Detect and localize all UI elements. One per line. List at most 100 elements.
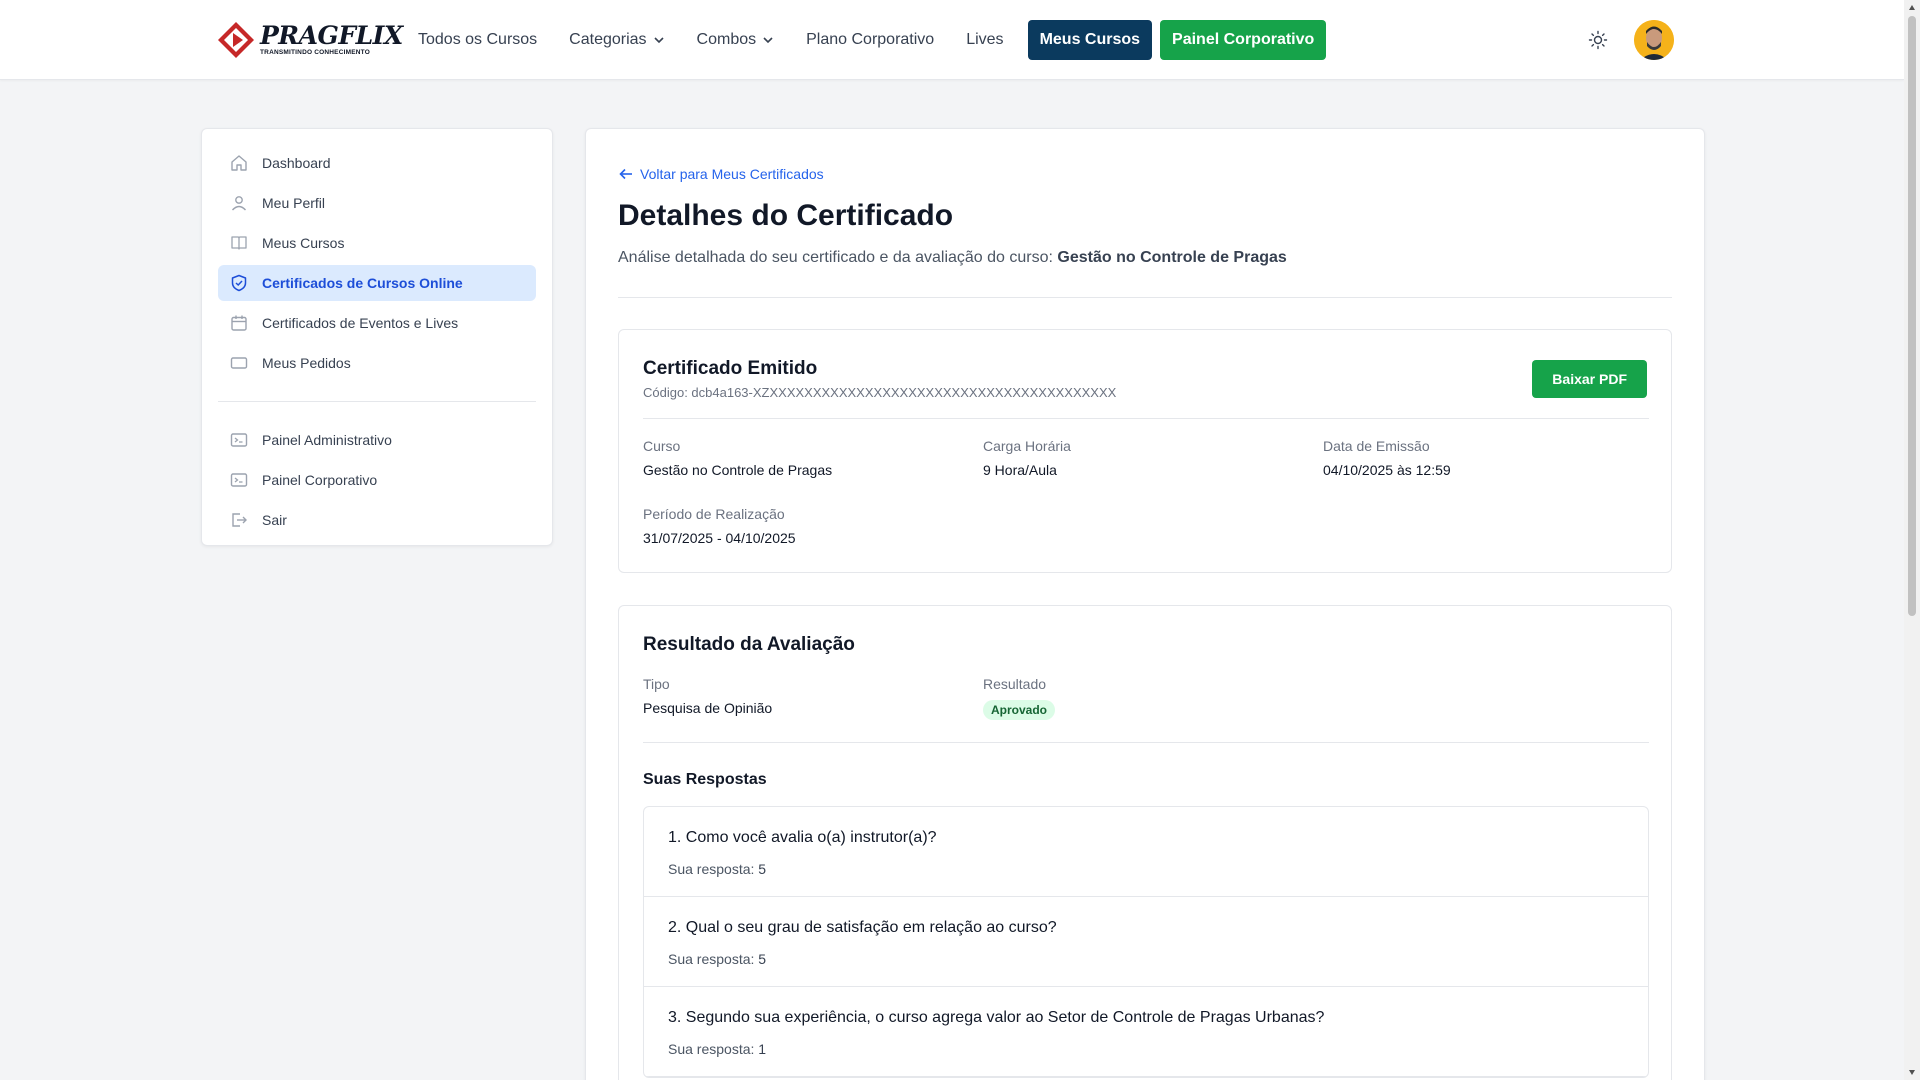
answer-number: 5 bbox=[758, 951, 767, 967]
terminal-icon bbox=[230, 473, 248, 487]
sidebar-item-label: Meus Pedidos bbox=[262, 355, 351, 371]
answer-prefix: Sua resposta: bbox=[668, 1041, 755, 1057]
list-item: 3. Segundo sua experiência, o curso agre… bbox=[644, 987, 1648, 1077]
certificate-title: Certificado Emitido bbox=[643, 358, 818, 379]
arrow-left-icon bbox=[619, 168, 632, 180]
sidebar-item-painel-administrativo[interactable]: Painel Administrativo bbox=[218, 422, 536, 458]
chevron-down-icon bbox=[763, 37, 773, 44]
field-resultado: Resultado Aprovado bbox=[983, 676, 1056, 720]
sun-icon[interactable] bbox=[1588, 30, 1608, 50]
sidebar-item-label: Meus Cursos bbox=[262, 235, 345, 251]
certificate-code: Código: dcb4a163-XZXXXXXXXXXXXXXXXXXXXXX… bbox=[643, 385, 1117, 400]
field-value: 04/10/2025 às 12:59 bbox=[1323, 462, 1451, 478]
evaluation-card: Resultado da Avaliação Tipo Pesquisa de … bbox=[618, 605, 1672, 1080]
field-value: 9 Hora/Aula bbox=[983, 462, 1057, 478]
answer-question: 1. Como você avalia o(a) instrutor(a)? bbox=[668, 829, 937, 846]
sidebar: Dashboard Meu Perfil Meus Cursos Certifi… bbox=[201, 128, 553, 546]
scrollbar-thumb[interactable] bbox=[1908, 16, 1916, 616]
sidebar-item-dashboard[interactable]: Dashboard bbox=[218, 145, 536, 181]
avatar[interactable] bbox=[1634, 20, 1674, 60]
field-label: Tipo bbox=[643, 676, 670, 692]
nav-label: Categorias bbox=[569, 31, 647, 48]
answer-value: Sua resposta: 5 bbox=[668, 951, 1624, 967]
nav-lives[interactable]: Lives bbox=[966, 31, 1003, 49]
pragflix-logo[interactable]: PRAGFLIX TRANSMITINDO CONHECIMENTO bbox=[216, 20, 403, 60]
field-label: Curso bbox=[643, 438, 681, 454]
top-header: PRAGFLIX TRANSMITINDO CONHECIMENTO Todos… bbox=[0, 0, 1904, 80]
answers-list: 1. Como você avalia o(a) instrutor(a)? S… bbox=[643, 806, 1649, 1078]
card-icon bbox=[230, 357, 248, 369]
sidebar-item-label: Painel Administrativo bbox=[262, 432, 392, 448]
answer-question: 3. Segundo sua experiência, o curso agre… bbox=[668, 1009, 1325, 1026]
field-label: Período de Realização bbox=[643, 506, 785, 522]
header-divider bbox=[618, 297, 1672, 298]
field-periodo-realizacao: Período de Realização 31/07/2025 - 04/10… bbox=[643, 506, 796, 546]
answer-prefix: Sua resposta: bbox=[668, 951, 755, 967]
terminal-icon bbox=[230, 433, 248, 447]
field-value: Aprovado bbox=[983, 700, 1056, 720]
sidebar-item-meus-pedidos[interactable]: Meus Pedidos bbox=[218, 345, 536, 381]
nav-label: Plano Corporativo bbox=[806, 31, 935, 48]
field-label: Resultado bbox=[983, 676, 1047, 692]
sidebar-item-certificados-cursos-online[interactable]: Certificados de Cursos Online bbox=[218, 265, 536, 301]
calendar-icon bbox=[231, 315, 247, 331]
sidebar-item-certificados-eventos-lives[interactable]: Certificados de Eventos e Lives bbox=[218, 305, 536, 341]
sidebar-divider bbox=[218, 401, 536, 402]
nav-label: Todos os Cursos bbox=[418, 31, 538, 48]
field-value: 31/07/2025 - 04/10/2025 bbox=[643, 530, 796, 546]
nav-label: Lives bbox=[966, 31, 1004, 48]
answer-value: Sua resposta: 5 bbox=[668, 861, 1624, 877]
answer-value: Sua resposta: 1 bbox=[668, 1041, 1624, 1057]
logo-name: PRAGFLIX bbox=[260, 21, 403, 50]
sidebar-item-meu-perfil[interactable]: Meu Perfil bbox=[218, 185, 536, 221]
field-curso: Curso Gestão no Controle de Pragas bbox=[643, 438, 832, 478]
book-icon bbox=[231, 236, 247, 250]
back-to-certificates-link[interactable]: Voltar para Meus Certificados bbox=[618, 166, 824, 182]
nav-todos-os-cursos[interactable]: Todos os Cursos bbox=[418, 31, 537, 49]
sidebar-item-label: Certificados de Cursos Online bbox=[262, 275, 463, 291]
evaluation-title: Resultado da Avaliação bbox=[643, 634, 855, 655]
sidebar-item-label: Certificados de Eventos e Lives bbox=[262, 315, 459, 331]
home-icon bbox=[231, 155, 247, 171]
nav-categorias[interactable]: Categorias bbox=[569, 31, 664, 49]
sidebar-item-painel-corporativo[interactable]: Painel Corporativo bbox=[218, 462, 536, 498]
main-content: Voltar para Meus Certificados Detalhes d… bbox=[585, 128, 1705, 1080]
scroll-down-icon[interactable] bbox=[1908, 1068, 1916, 1076]
certificate-card: Certificado Emitido Código: dcb4a163-XZX… bbox=[618, 329, 1672, 573]
page-scrollbar[interactable] bbox=[1904, 0, 1920, 1080]
sidebar-item-label: Meu Perfil bbox=[262, 195, 326, 211]
download-pdf-button[interactable]: Baixar PDF bbox=[1532, 360, 1647, 398]
field-label: Carga Horária bbox=[983, 438, 1071, 454]
chevron-down-icon bbox=[653, 37, 664, 44]
field-value: Pesquisa de Opinião bbox=[643, 700, 773, 716]
list-item: 1. Como você avalia o(a) instrutor(a)? S… bbox=[644, 807, 1648, 897]
meus-cursos-button[interactable]: Meus Cursos bbox=[1027, 20, 1153, 60]
main-nav: Todos os Cursos Categorias Combos Plano … bbox=[418, 20, 1327, 60]
field-label: Data de Emissão bbox=[1323, 438, 1430, 454]
subtitle-course: Gestão no Controle de Pragas bbox=[1057, 249, 1287, 266]
answer-prefix: Sua resposta: bbox=[668, 861, 755, 877]
back-link-label: Voltar para Meus Certificados bbox=[640, 166, 824, 182]
sidebar-item-label: Dashboard bbox=[262, 155, 331, 171]
painel-corporativo-button[interactable]: Painel Corporativo bbox=[1160, 20, 1327, 60]
sidebar-item-meus-cursos[interactable]: Meus Cursos bbox=[218, 225, 536, 261]
answers-title: Suas Respostas bbox=[643, 771, 767, 788]
nav-plano-corporativo[interactable]: Plano Corporativo bbox=[806, 31, 934, 49]
answer-question: 2. Qual o seu grau de satisfação em rela… bbox=[668, 919, 1057, 936]
page-title: Detalhes do Certificado bbox=[618, 199, 954, 232]
field-carga-horaria: Carga Horária 9 Hora/Aula bbox=[983, 438, 1071, 478]
scroll-up-icon[interactable] bbox=[1908, 4, 1916, 12]
nav-combos[interactable]: Combos bbox=[697, 31, 775, 49]
field-data-emissao: Data de Emissão 04/10/2025 às 12:59 bbox=[1323, 438, 1451, 478]
field-tipo: Tipo Pesquisa de Opinião bbox=[643, 676, 772, 716]
shield-check-icon bbox=[231, 274, 247, 292]
sidebar-item-label: Sair bbox=[262, 512, 287, 528]
answer-number: 1 bbox=[758, 1041, 767, 1057]
nav-label: Combos bbox=[696, 31, 757, 48]
answer-number: 5 bbox=[758, 861, 767, 877]
logout-icon bbox=[232, 513, 247, 527]
sidebar-item-sair[interactable]: Sair bbox=[218, 502, 536, 538]
page-subtitle: Análise detalhada do seu certificado e d… bbox=[618, 249, 1287, 267]
user-icon bbox=[231, 196, 247, 211]
list-item: 2. Qual o seu grau de satisfação em rela… bbox=[644, 897, 1648, 987]
